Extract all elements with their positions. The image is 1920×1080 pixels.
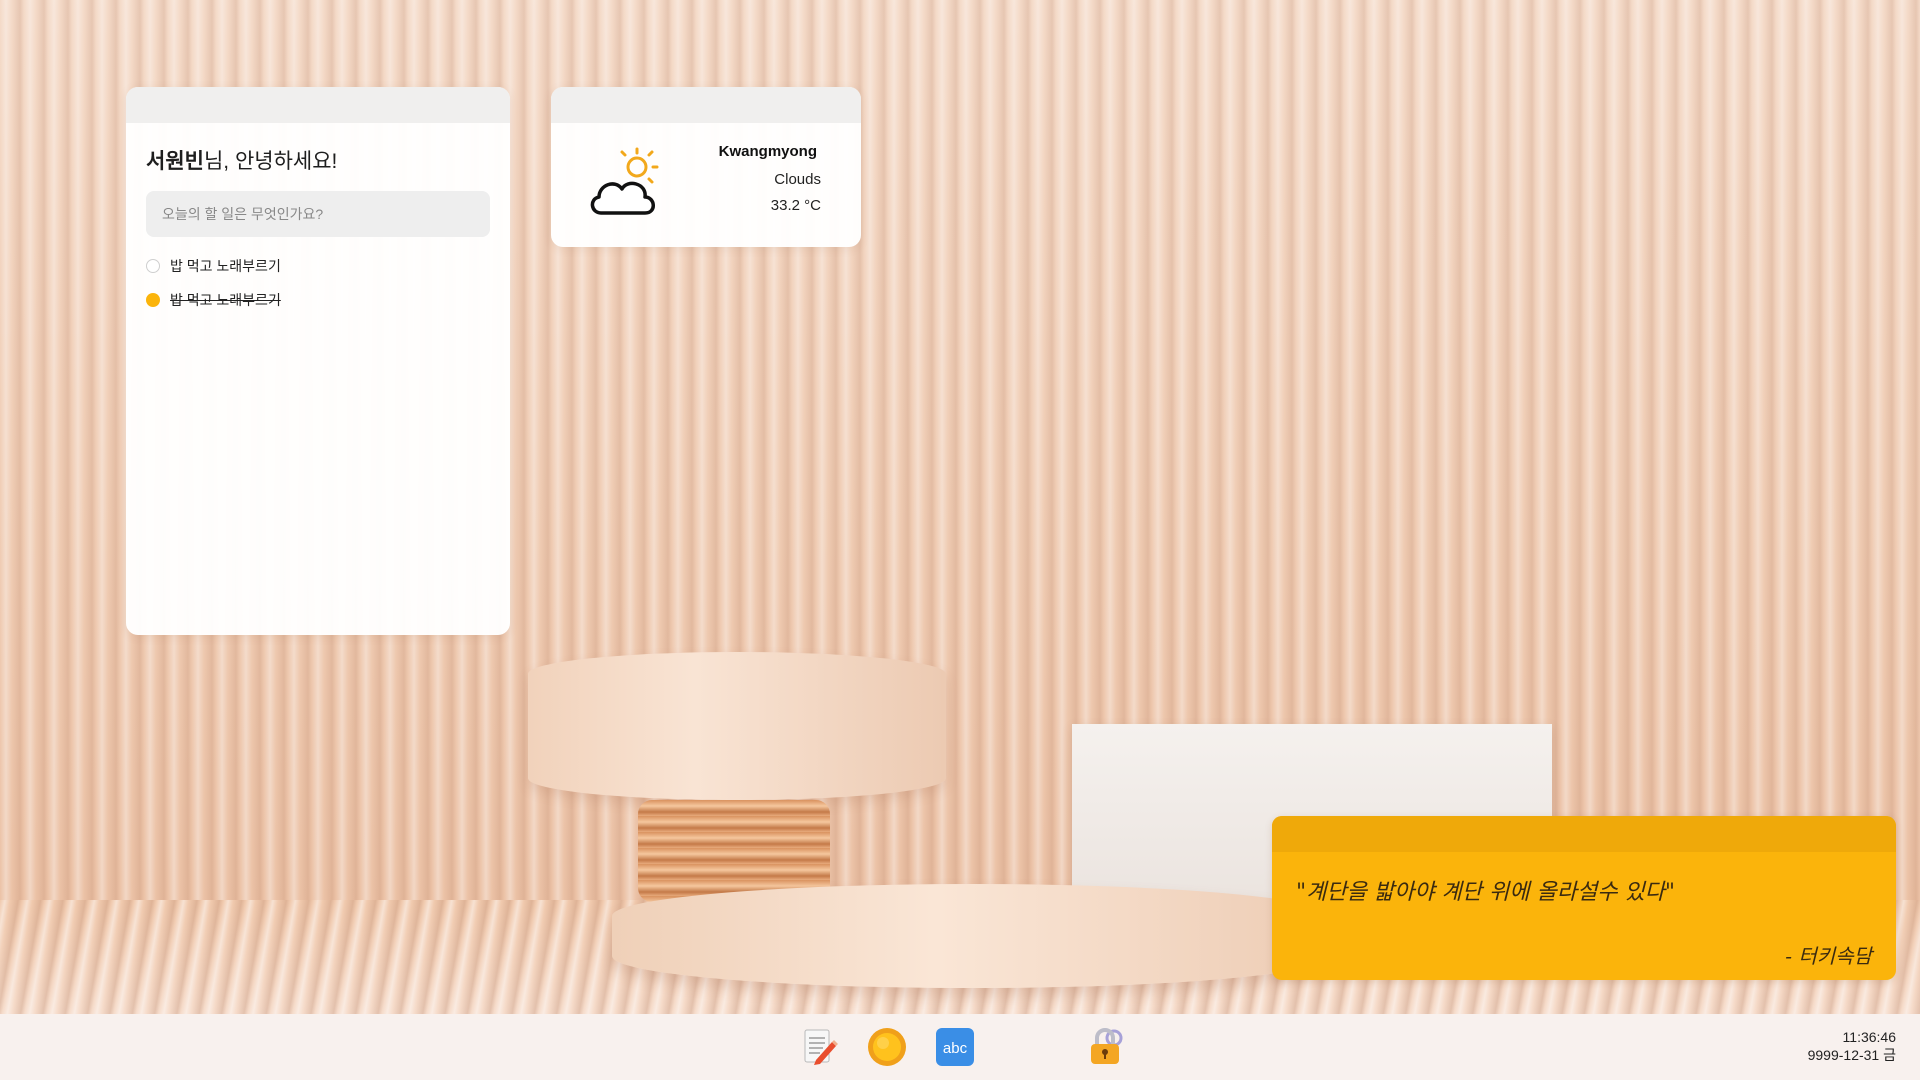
todo-item[interactable]: 밥 먹고 노래부르기 — [146, 257, 510, 275]
todo-widget: 서원빈님, 안녕하세요! 밥 먹고 노래부르기 밥 먹고 노래부르기 — [126, 87, 510, 635]
quote-widget-header[interactable] — [1272, 816, 1896, 852]
weather-temperature: 33.2 °C — [770, 197, 821, 214]
todo-input[interactable] — [146, 191, 490, 237]
partly-cloudy-icon — [590, 147, 659, 215]
weather-city: Kwangmyong — [718, 143, 817, 160]
clock-time: 11:36:46 — [1842, 1029, 1896, 1045]
quote-widget: "계단을 밟아야 계단 위에 올라설수 있다" - 터키속담 — [1272, 816, 1896, 980]
todo-item[interactable]: 밥 먹고 노래부르기 — [146, 291, 510, 309]
quote-author: - 터키속담 — [1785, 944, 1872, 968]
weather-widget-header[interactable] — [551, 87, 861, 123]
wallpaper-spring — [638, 800, 830, 902]
wallpaper-pedestal-low — [612, 884, 1332, 988]
quote-text: "계단을 밟아야 계단 위에 올라설수 있다" — [1296, 880, 1676, 905]
greeting-name: 서원빈 — [146, 150, 204, 173]
todo-item-label: 밥 먹고 노래부르기 — [170, 258, 281, 274]
taskbar: abc 11:36:46 9999-12-31 금 — [0, 1014, 1920, 1080]
greeting: 서원빈님, 안녕하세요! — [146, 145, 510, 175]
todo-checkbox[interactable] — [146, 293, 160, 307]
weather-widget: Kwangmyong Clouds 33.2 °C — [551, 87, 861, 247]
notepad-app-icon[interactable] — [796, 1024, 842, 1070]
weather-condition: Clouds — [774, 171, 821, 188]
taskbar-clock[interactable]: 11:36:46 9999-12-31 금 — [1808, 1028, 1896, 1064]
todo-item-label: 밥 먹고 노래부르기 — [170, 292, 281, 308]
spelling-app-icon[interactable]: abc — [932, 1024, 978, 1070]
svg-text:abc: abc — [943, 1040, 968, 1057]
weather-app-icon[interactable] — [864, 1024, 910, 1070]
todo-list: 밥 먹고 노래부르기 밥 먹고 노래부르기 — [146, 257, 510, 309]
todo-widget-header[interactable] — [126, 87, 510, 123]
clock-date: 9999-12-31 금 — [1807, 1047, 1896, 1063]
greeting-suffix: 님, 안녕하세요! — [203, 150, 338, 173]
todo-checkbox[interactable] — [146, 259, 160, 273]
wallpaper-pedestal-tall — [528, 652, 946, 800]
lock-app-icon[interactable] — [1082, 1024, 1128, 1070]
